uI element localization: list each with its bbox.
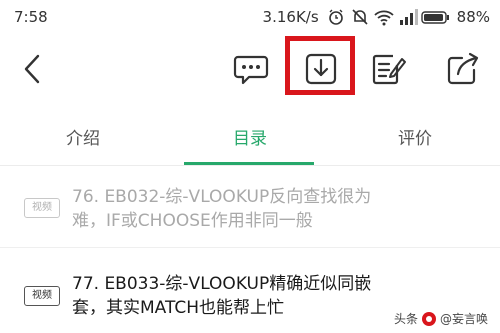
network-speed: 3.16K/s	[262, 8, 319, 26]
video-badge: 视频	[24, 286, 60, 306]
status-time: 7:58	[14, 8, 48, 26]
back-button[interactable]	[10, 46, 56, 92]
tab-review[interactable]: 评价	[398, 124, 432, 149]
tab-intro[interactable]: 介绍	[66, 124, 100, 149]
comment-button[interactable]	[228, 46, 274, 92]
download-highlight-box	[285, 36, 355, 95]
watermark: 头条 @妄言唤	[394, 310, 488, 327]
tab-bar: 介绍 目录 评价	[0, 110, 500, 166]
author-logo-icon	[421, 311, 436, 326]
video-badge: 视频	[24, 198, 60, 218]
list-item[interactable]: 视频 76. EB032-综-VLOOKUP反向查找很为难，IF或CHOOSE作…	[0, 170, 500, 248]
battery-icon	[420, 11, 449, 24]
watermark-handle: @妄言唤	[439, 312, 488, 326]
watermark-prefix: 头条	[393, 312, 418, 326]
lesson-title: 77. EB033-综-VLOOKUP精确近似同嵌套，其实MATCH也能帮上忙	[72, 274, 372, 318]
wifi-icon	[374, 10, 394, 26]
back-icon	[24, 54, 40, 84]
tab-catalog[interactable]: 目录	[233, 124, 267, 149]
status-bar: 7:58 3.16K/s 88%	[0, 0, 500, 34]
signal-icon	[399, 9, 418, 25]
active-tab-indicator	[184, 162, 314, 165]
status-indicators: 3.16K/s 88%	[263, 7, 490, 27]
battery-percentage: 88%	[456, 8, 490, 26]
alarm-icon	[328, 9, 343, 25]
notes-button[interactable]	[366, 46, 412, 92]
share-icon	[447, 52, 479, 85]
share-button[interactable]	[440, 46, 486, 92]
comment-icon	[233, 55, 269, 85]
lesson-title: 76. EB032-综-VLOOKUP反向查找很为难，IF或CHOOSE作用非同…	[72, 187, 372, 231]
notes-icon	[372, 54, 406, 85]
toolbar	[0, 36, 500, 98]
mute-icon	[352, 9, 368, 25]
